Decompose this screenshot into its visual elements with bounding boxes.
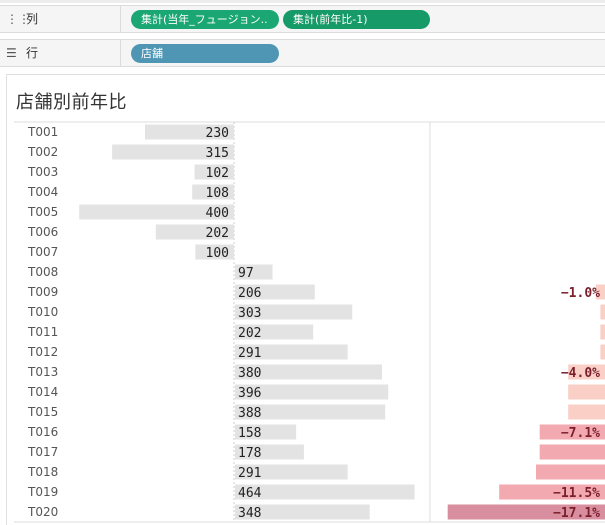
yoy-bar (539, 444, 605, 460)
category-label: T011 (27, 325, 58, 339)
value-label: 178 (238, 446, 261, 461)
value-label: 400 (206, 206, 229, 221)
value-label: 396 (238, 386, 261, 401)
category-label: T014 (27, 385, 58, 399)
value-label: 388 (238, 406, 261, 421)
value-label: 158 (238, 426, 261, 441)
yoy-label: −7.1% (561, 426, 600, 441)
category-label: T008 (27, 265, 58, 279)
value-label: 97 (238, 266, 254, 281)
category-label: T004 (27, 185, 58, 199)
yoy-bar (568, 384, 605, 400)
yoy-bar (568, 404, 605, 420)
yoy-bar (600, 304, 605, 320)
value-label: 464 (238, 486, 262, 501)
value-label: 380 (238, 366, 261, 381)
category-label: T010 (27, 305, 58, 319)
category-label: T007 (27, 245, 58, 259)
category-label: T015 (27, 405, 58, 419)
category-label: T001 (27, 125, 58, 139)
chart-svg: T001 230 T002 315 T003 102 T004 108 T005 400 T006 2… (14, 121, 605, 523)
category-label: T006 (27, 225, 58, 239)
yoy-label: −1.0% (561, 286, 600, 301)
value-label: 202 (206, 226, 229, 241)
value-label: 102 (206, 166, 229, 181)
category-label: T018 (27, 465, 58, 479)
yoy-label: −11.5% (553, 486, 600, 501)
yoy-bar (600, 344, 605, 360)
value-label: 348 (238, 506, 261, 521)
yoy-label: −4.0% (561, 366, 600, 381)
yoy-bar (536, 464, 605, 480)
yoy-bar (600, 324, 605, 340)
yoy-label: −17.1% (553, 506, 600, 521)
category-label: T013 (27, 365, 58, 379)
value-label: 303 (238, 306, 261, 321)
value-label: 202 (238, 326, 261, 341)
value-label: 291 (238, 346, 261, 361)
value-label: 291 (238, 466, 261, 481)
value-label: 315 (206, 146, 229, 161)
category-label: T017 (27, 445, 58, 459)
category-label: T019 (27, 485, 58, 499)
value-bar (235, 484, 415, 500)
category-label: T016 (27, 425, 58, 439)
category-label: T005 (27, 205, 58, 219)
value-label: 100 (206, 246, 229, 261)
category-label: T012 (27, 345, 58, 359)
category-label: T020 (27, 505, 58, 519)
value-label: 230 (206, 126, 229, 141)
category-label: T002 (27, 145, 58, 159)
value-label: 206 (238, 286, 261, 301)
value-label: 108 (206, 186, 229, 201)
category-label: T009 (27, 285, 58, 299)
category-label: T003 (27, 165, 58, 179)
